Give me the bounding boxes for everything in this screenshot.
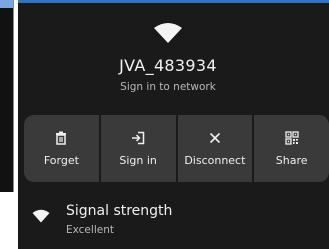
sign-in-icon: [132, 131, 145, 144]
screenshot-stage: JVA_483934 Sign in to network Forget Sig…: [0, 0, 329, 249]
network-name: JVA_483934: [119, 56, 217, 75]
forget-button[interactable]: Forget: [24, 115, 99, 182]
qr-code-icon: [284, 130, 299, 145]
forget-label: Forget: [43, 153, 79, 167]
network-actions-bar: Forget Sign in Disconnect Share: [24, 115, 329, 182]
share-button[interactable]: Share: [254, 115, 329, 182]
network-status: Sign in to network: [120, 81, 216, 93]
sign-in-label: Sign in: [119, 153, 157, 167]
signal-strength-value: Excellent: [66, 224, 114, 236]
background-window-accent: [0, 0, 13, 8]
disconnect-label: Disconnect: [184, 153, 246, 167]
disconnect-button[interactable]: Disconnect: [177, 115, 253, 182]
trash-icon: [56, 131, 67, 145]
wifi-network-details-panel: JVA_483934 Sign in to network Forget Sig…: [18, 0, 329, 249]
sign-in-button[interactable]: Sign in: [100, 115, 176, 182]
top-accent-line: [18, 0, 329, 3]
wifi-icon: [154, 23, 182, 43]
close-icon: [209, 132, 220, 143]
signal-strength-title: Signal strength: [66, 203, 173, 219]
signal-strength-row: Signal strength Excellent: [30, 200, 320, 240]
share-label: Share: [275, 153, 308, 167]
wifi-icon: [32, 209, 50, 223]
background-window-edge: [0, 0, 14, 192]
